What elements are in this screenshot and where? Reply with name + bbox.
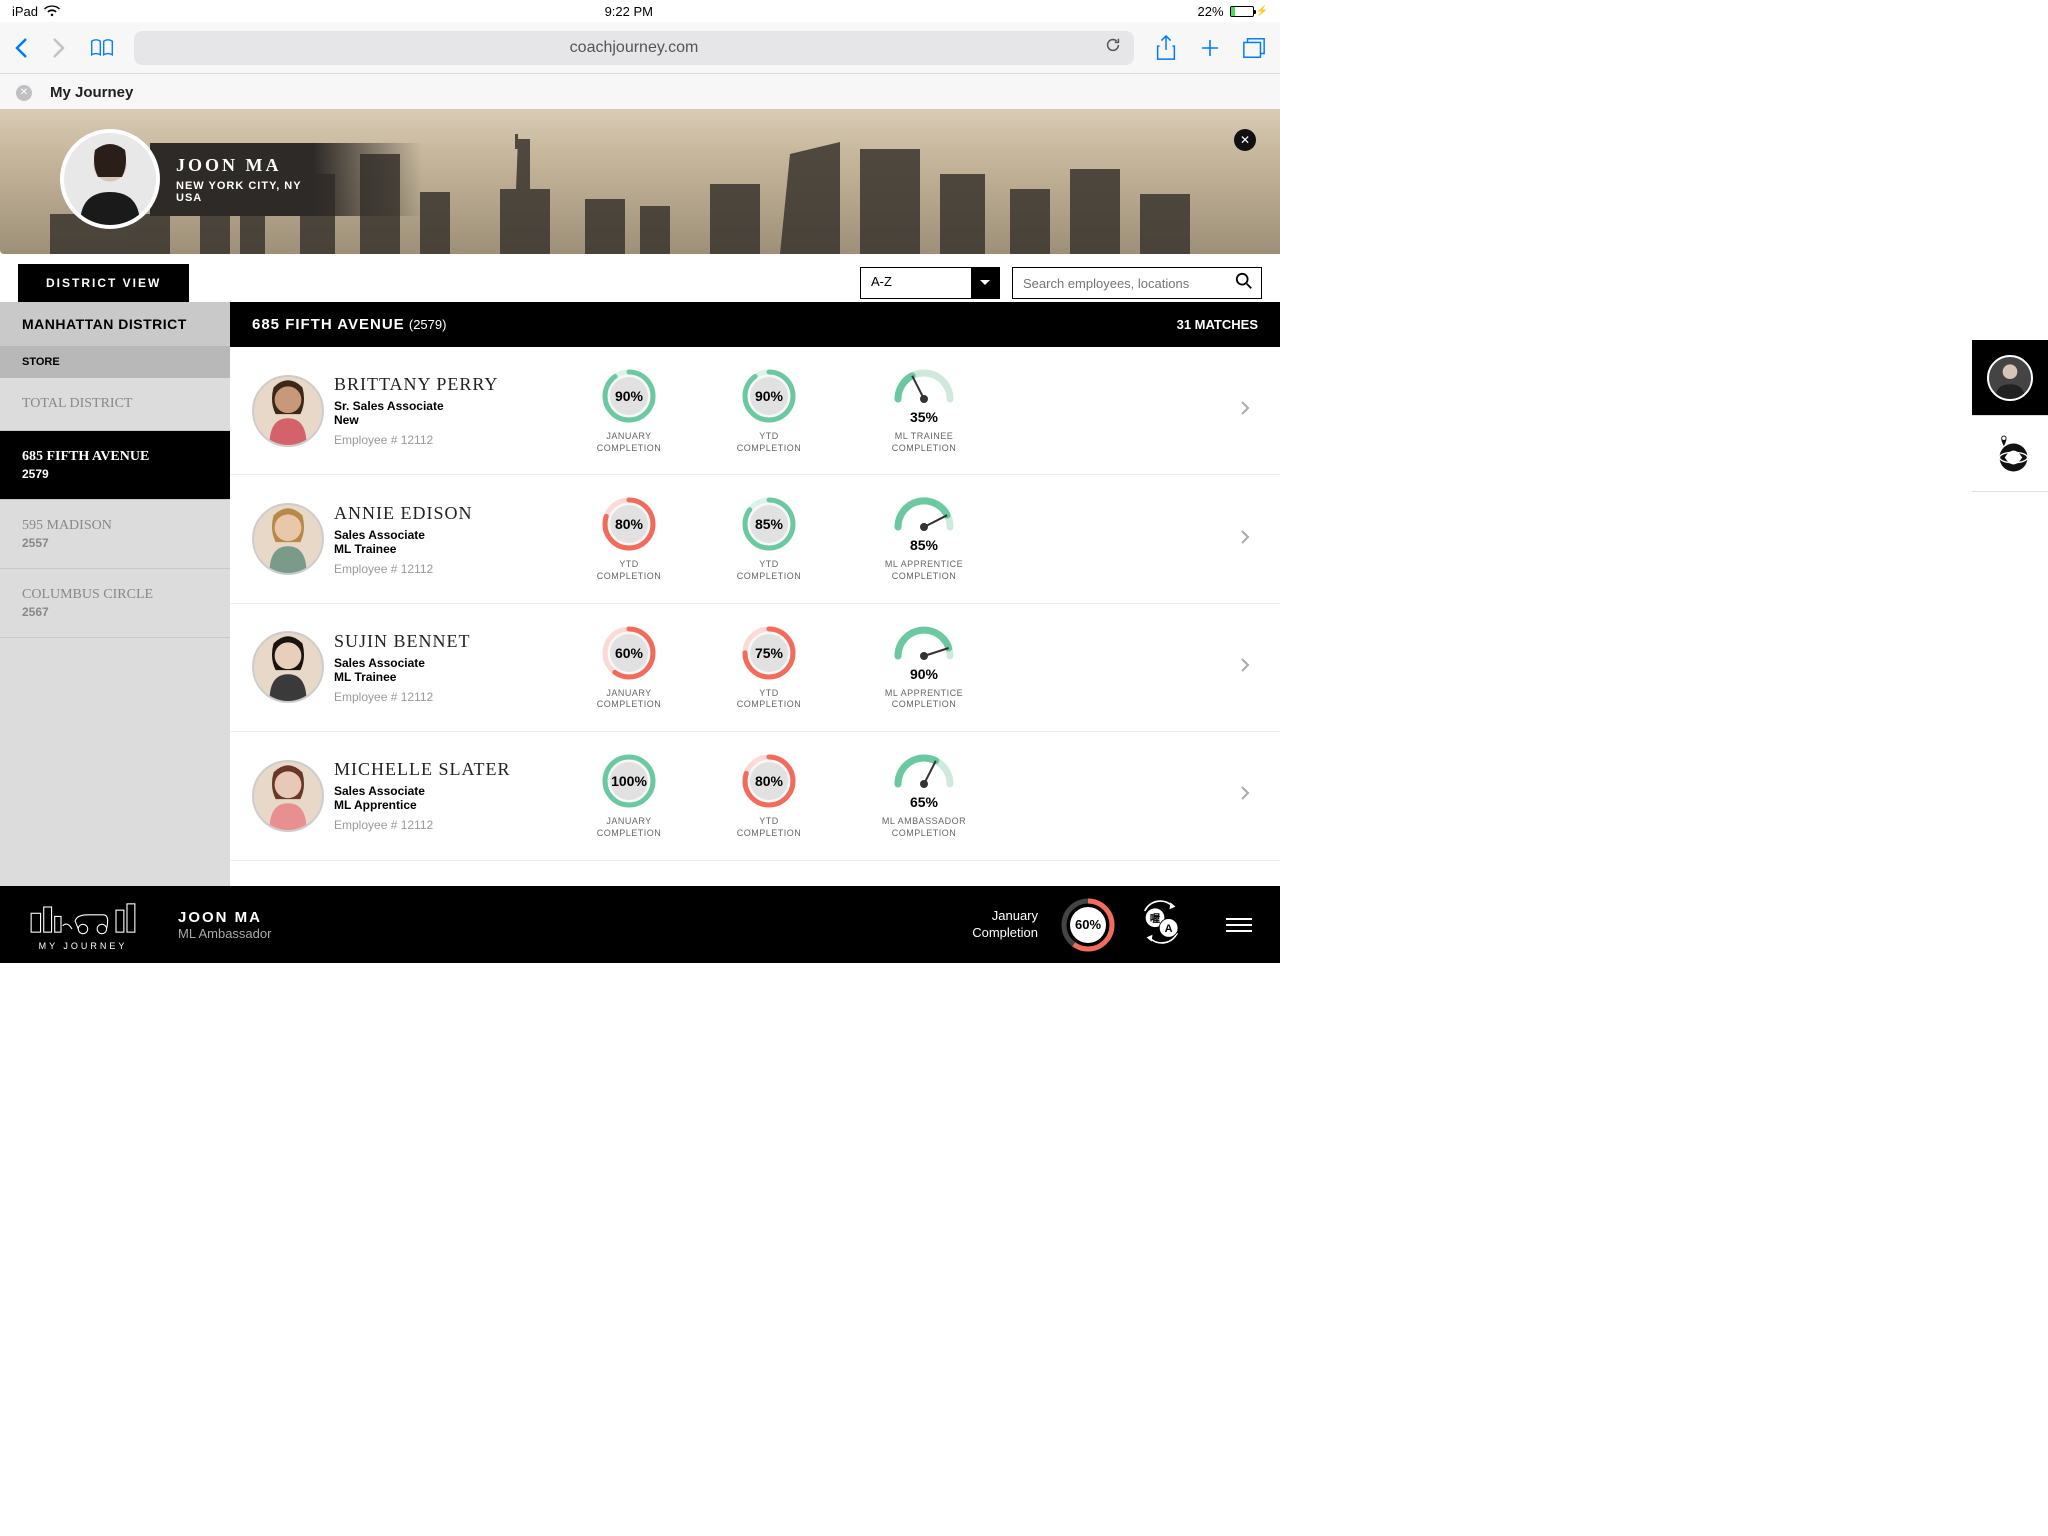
tab-title: My Journey [50,84,133,101]
employee-avatar [252,631,324,703]
brand-text: MY JOURNEY [39,941,128,951]
chevron-right-icon [1232,657,1258,678]
employee-list[interactable]: BRITTANY PERRYSr. Sales AssociateNewEmpl… [230,347,1280,886]
employee-row[interactable]: BRITTANY PERRYSr. Sales AssociateNewEmpl… [230,347,1280,475]
employee-avatar [252,375,324,447]
sidebar-item[interactable]: 685 FIFTH AVENUE2579 [0,431,230,500]
hero-close-button[interactable]: ✕ [1234,129,1256,151]
brand-logo[interactable]: MY JOURNEY [28,899,138,951]
chevron-right-icon [1232,785,1258,806]
metric-january: 80%YTDCOMPLETION [564,495,694,582]
translate-icon[interactable]: 喔 A [1138,899,1184,950]
store-name: 685 FIFTH AVENUE [252,316,405,333]
employee-info: SUJIN BENNETSales AssociateML TraineeEmp… [334,631,554,704]
employee-info: MICHELLE SLATERSales AssociateML Apprent… [334,759,554,832]
globe-pin-icon [1989,433,2031,475]
url-bar[interactable]: coachjourney.com [134,31,1134,65]
footer-user-role: ML Ambassador [178,926,271,941]
store-id: (2579) [409,317,447,332]
svg-text:喔: 喔 [1150,913,1160,925]
forward-button[interactable] [52,39,70,57]
footer-user-block: JOON MA ML Ambassador [178,909,271,941]
sort-dropdown[interactable]: A-Z [860,267,1000,299]
hero-user-name: JOON MA [176,155,302,176]
hero-banner: JOON MA NEW YORK CITY, NY USA ✕ [0,109,1280,254]
metric-ytd: 90%YTDCOMPLETION [704,367,834,454]
new-tab-icon[interactable] [1198,36,1222,60]
bookmarks-icon[interactable] [90,36,114,60]
carriage-skyline-icon [28,899,138,937]
metric-ml: 85%ML APPRENTICECOMPLETION [844,495,1004,582]
employee-row[interactable]: SUJIN BENNETSales AssociateML TraineeEmp… [230,604,1280,732]
clock: 9:22 PM [605,4,653,19]
tabs-icon[interactable] [1242,36,1266,60]
tab-bar: ✕ My Journey [0,74,1280,109]
metric-ml: 65%ML AMBASSADORCOMPLETION [844,752,1004,839]
hero-avatar [60,129,160,229]
sidebar-item[interactable]: COLUMBUS CIRCLE2567 [0,569,230,638]
reload-icon[interactable] [1104,36,1122,59]
chevron-right-icon [1232,529,1258,550]
metric-ml: 90%ML APPRENTICECOMPLETION [844,624,1004,711]
device-name: iPad [12,4,38,19]
content-header: 685 FIFTH AVENUE (2579) 31 MATCHES [230,302,1280,347]
search-icon [1235,272,1253,295]
battery-percent: 22% [1198,4,1224,19]
chevron-right-icon [1232,400,1258,421]
chevron-down-icon [971,268,999,298]
profile-shortcut-button[interactable] [1972,340,2048,416]
controls-row: DISTRICT VIEW A-Z [0,254,1280,302]
hero-user-location: NEW YORK CITY, NY [176,180,302,192]
url-text: coachjourney.com [570,39,699,57]
metric-ytd: 80%YTDCOMPLETION [704,752,834,839]
metric-january: 60%JANUARYCOMPLETION [564,624,694,711]
avatar-icon [1987,355,2033,401]
map-shortcut-button[interactable] [1972,416,2048,492]
employee-row[interactable]: ANNIE EDISONSales AssociateML TraineeEmp… [230,475,1280,603]
battery-icon: ⚡ [1230,6,1268,17]
hero-user-country: USA [176,192,302,204]
footer-user-name: JOON MA [178,909,271,926]
search-input[interactable] [1023,276,1251,291]
sidebar-section-label: STORE [0,346,230,378]
sidebar-district-name: MANHATTAN DISTRICT [0,302,230,346]
search-input-wrapper[interactable] [1012,267,1262,299]
sidebar-item[interactable]: 595 MADISON2557 [0,500,230,569]
match-count: 31 MATCHES [1177,317,1258,332]
employee-info: ANNIE EDISONSales AssociateML TraineeEmp… [334,503,554,576]
metric-january: 90%JANUARYCOMPLETION [564,367,694,454]
svg-text:A: A [1165,923,1173,935]
footer-completion-ring: 60% [1060,897,1116,953]
metric-ytd: 75%YTDCOMPLETION [704,624,834,711]
employee-avatar [252,760,324,832]
district-view-button[interactable]: DISTRICT VIEW [18,264,189,302]
device-status-bar: iPad 9:22 PM 22% ⚡ [0,0,1280,22]
metric-ml: 35%ML TRAINEECOMPLETION [844,367,1004,454]
sidebar-item[interactable]: TOTAL DISTRICT [0,378,230,431]
sort-value: A-Z [861,268,971,298]
back-button[interactable] [14,39,32,57]
metric-ytd: 85%YTDCOMPLETION [704,495,834,582]
menu-icon[interactable] [1226,918,1252,932]
browser-toolbar: coachjourney.com [0,22,1280,74]
content-area: 685 FIFTH AVENUE (2579) 31 MATCHES BRITT… [230,302,1280,886]
sidebar: MANHATTAN DISTRICT STORE TOTAL DISTRICT6… [0,302,230,886]
share-icon[interactable] [1154,36,1178,60]
employee-row[interactable]: MICHELLE SLATERSales AssociateML Apprent… [230,732,1280,860]
floating-action-stack [1972,340,2048,492]
footer-bar: MY JOURNEY JOON MA ML Ambassador January… [0,886,1280,963]
close-tab-button[interactable]: ✕ [16,85,32,101]
wifi-icon [44,5,60,17]
metric-january: 100%JANUARYCOMPLETION [564,752,694,839]
employee-info: BRITTANY PERRYSr. Sales AssociateNewEmpl… [334,374,554,447]
employee-avatar [252,503,324,575]
footer-metric-label: January Completion [972,908,1038,942]
